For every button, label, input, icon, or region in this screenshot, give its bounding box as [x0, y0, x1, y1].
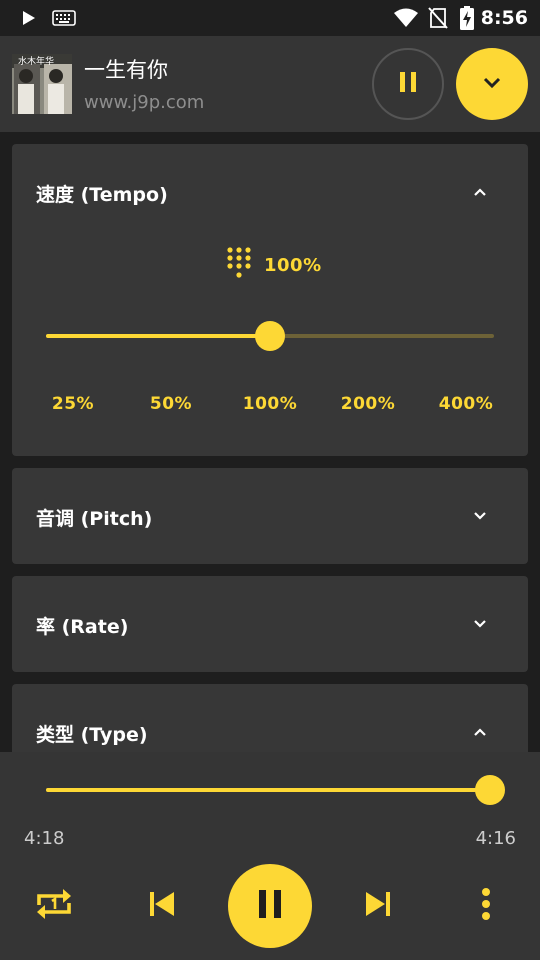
repeat-one-icon — [35, 885, 73, 927]
progress-seekbar[interactable] — [46, 775, 505, 805]
album-art: 水木年华 — [12, 54, 72, 114]
play-icon — [18, 0, 40, 36]
tempo-preset-400[interactable]: 400% — [426, 394, 506, 414]
track-subtitle: www.j9p.com — [84, 92, 205, 113]
bottom-player: 4:18 4:16 — [0, 752, 540, 960]
more-options-button[interactable] — [462, 882, 510, 930]
status-bar: 8:56 — [0, 0, 540, 36]
more-vert-icon — [481, 887, 491, 925]
album-art-text: 水木年华 — [18, 57, 55, 67]
chevron-down-icon — [472, 616, 488, 632]
type-title[interactable]: 类型 (Type) — [36, 720, 148, 747]
play-pause-button[interactable] — [228, 864, 312, 948]
skip-next-icon — [364, 891, 392, 921]
previous-button[interactable] — [138, 882, 186, 930]
total-time: 4:16 — [475, 828, 516, 849]
now-playing-header[interactable]: 水木年华 一生有你 www.j9p.com — [0, 36, 540, 132]
tempo-preset-25[interactable]: 25% — [33, 394, 113, 414]
chevron-down-icon — [472, 508, 488, 524]
tempo-preset-50[interactable]: 50% — [131, 394, 211, 414]
tempo-slider[interactable] — [46, 321, 494, 351]
battery-charging-icon — [456, 0, 478, 36]
track-title: 一生有你 — [84, 58, 168, 82]
pause-icon — [398, 71, 418, 97]
chevron-down-icon — [482, 75, 502, 94]
tempo-presets: 25% 50% 100% 200% 400% — [12, 394, 528, 424]
pause-icon — [257, 889, 283, 923]
chevron-up-icon[interactable] — [472, 184, 488, 200]
type-card: 类型 (Type) — [12, 684, 528, 752]
tempo-value: 100% — [264, 254, 322, 276]
tempo-readout[interactable]: 100% — [226, 246, 322, 284]
tempo-card: 速度 (Tempo) 100% 25% 50% 100% 200% 400% — [12, 144, 528, 456]
progress-thumb[interactable] — [475, 775, 505, 805]
repeat-button[interactable] — [30, 882, 78, 930]
effects-panel[interactable]: 速度 (Tempo) 100% 25% 50% 100% 200% 400% 音… — [0, 132, 540, 752]
status-time: 8:56 — [480, 7, 528, 29]
header-pause-button[interactable] — [372, 48, 444, 120]
rate-title: 率 (Rate) — [36, 616, 129, 638]
elapsed-time: 4:18 — [24, 828, 65, 849]
rate-card[interactable]: 率 (Rate) — [12, 576, 528, 672]
tempo-preset-100[interactable]: 100% — [230, 394, 310, 414]
tempo-title[interactable]: 速度 (Tempo) — [36, 180, 168, 207]
tempo-preset-200[interactable]: 200% — [328, 394, 408, 414]
progress-fill — [46, 788, 490, 792]
collapse-player-button[interactable] — [456, 48, 528, 120]
pitch-title: 音调 (Pitch) — [36, 508, 153, 530]
dialpad-icon — [226, 246, 252, 284]
tempo-slider-thumb[interactable] — [255, 321, 285, 351]
keyboard-icon — [50, 0, 78, 36]
next-button[interactable] — [354, 882, 402, 930]
wifi-icon — [392, 0, 420, 36]
tempo-slider-fill — [46, 334, 270, 338]
no-sim-icon — [426, 0, 450, 36]
pitch-card[interactable]: 音调 (Pitch) — [12, 468, 528, 564]
chevron-up-icon[interactable] — [472, 724, 488, 740]
skip-previous-icon — [148, 891, 176, 921]
